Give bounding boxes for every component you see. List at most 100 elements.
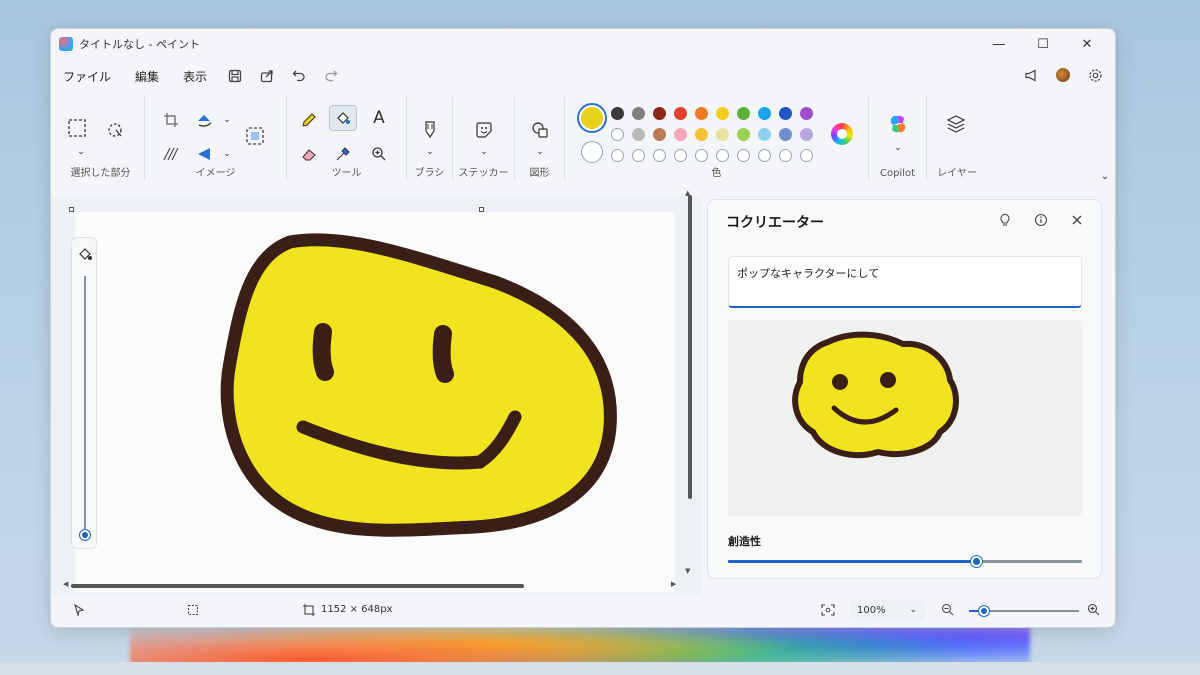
group-brushes: ⌄ ブラシ — [407, 97, 453, 181]
menu-file[interactable]: ファイル — [51, 68, 123, 85]
fill-bucket-icon[interactable] — [329, 105, 357, 131]
selection-dropdown-icon[interactable]: ⌄ — [67, 139, 95, 165]
zoom-in-icon[interactable] — [1087, 603, 1100, 619]
window-controls: — ☐ ✕ — [979, 33, 1107, 55]
current-color-secondary[interactable] — [581, 141, 603, 163]
maximize-button[interactable]: ☐ — [1023, 33, 1063, 55]
current-color-primary[interactable] — [579, 105, 605, 131]
color-swatch[interactable] — [779, 107, 792, 120]
color-swatch[interactable] — [800, 128, 813, 141]
color-swatch[interactable] — [674, 128, 687, 141]
brush-size-track[interactable] — [84, 276, 86, 530]
color-swatch[interactable] — [674, 107, 687, 120]
copilot-dropdown-icon[interactable]: ⌄ — [884, 135, 912, 161]
canvas-size-text: 1152 × 648px — [321, 604, 393, 615]
color-swatch[interactable] — [716, 107, 729, 120]
copilot-icon[interactable] — [884, 111, 912, 137]
color-swatch[interactable] — [695, 107, 708, 120]
menu-view[interactable]: 表示 — [171, 68, 219, 85]
rect-select-icon[interactable] — [63, 115, 91, 141]
group-label-shapes: 図形 — [529, 168, 550, 179]
custom-color-slot[interactable] — [674, 149, 687, 162]
edit-colors-icon[interactable] — [831, 123, 853, 145]
color-swatch[interactable] — [611, 128, 624, 141]
crop-icon[interactable] — [157, 107, 185, 133]
brush-size-slider[interactable] — [71, 237, 97, 549]
avatar[interactable] — [1051, 63, 1075, 87]
sticker-dropdown-icon[interactable]: ⌄ — [470, 139, 498, 165]
ribbon-expand-icon[interactable]: ⌄ — [1097, 163, 1113, 189]
drawing-canvas[interactable] — [75, 212, 675, 592]
group-stickers: ⌄ ステッカー — [453, 97, 515, 181]
status-bar: 1152 × 648px 100% ⌄ — [51, 595, 1115, 627]
redo-icon[interactable] — [315, 64, 347, 88]
megaphone-icon[interactable] — [1019, 63, 1043, 87]
canvas-vertical-scrollbar[interactable] — [688, 195, 692, 499]
color-swatch[interactable] — [758, 107, 771, 120]
color-swatch[interactable] — [632, 128, 645, 141]
creativity-slider-thumb[interactable] — [970, 556, 982, 567]
custom-color-slot[interactable] — [695, 149, 708, 162]
group-tools: A ツール — [287, 97, 407, 181]
color-swatch[interactable] — [758, 128, 771, 141]
zoom-out-icon[interactable] — [941, 603, 954, 619]
text-tool-icon[interactable]: A — [365, 105, 393, 131]
share-icon[interactable] — [251, 64, 283, 88]
canvas-resize-handle[interactable] — [69, 207, 74, 212]
zoom-slider[interactable] — [969, 606, 1079, 616]
creativity-slider[interactable] — [728, 556, 1082, 567]
color-swatch[interactable] — [653, 128, 666, 141]
close-panel-icon[interactable] — [1065, 208, 1089, 232]
color-swatch[interactable] — [737, 128, 750, 141]
brush-dropdown-icon[interactable]: ⌄ — [416, 139, 444, 165]
zoom-dropdown[interactable]: 100% ⌄ — [849, 600, 925, 620]
custom-color-slot[interactable] — [611, 149, 624, 162]
scroll-up-icon[interactable]: ▲ — [685, 189, 690, 197]
color-swatch[interactable] — [653, 107, 666, 120]
image-background-icon[interactable] — [241, 123, 269, 149]
generated-preview[interactable] — [728, 320, 1082, 516]
custom-color-slot[interactable] — [758, 149, 771, 162]
color-swatch[interactable] — [632, 107, 645, 120]
zoom-chevron-down-icon: ⌄ — [909, 605, 917, 615]
color-swatch[interactable] — [611, 107, 624, 120]
custom-color-slot[interactable] — [737, 149, 750, 162]
shapes-dropdown-icon[interactable]: ⌄ — [526, 139, 554, 165]
smiley-drawing — [220, 233, 617, 537]
minimize-button[interactable]: — — [979, 33, 1019, 55]
color-swatch[interactable] — [716, 128, 729, 141]
color-swatch[interactable] — [800, 107, 813, 120]
rotate-dropdown-icon[interactable]: ⌄ — [213, 107, 241, 133]
menu-right-icons — [1019, 63, 1107, 87]
prompt-input[interactable]: ポップなキャラクターにして — [728, 256, 1082, 308]
lightbulb-icon[interactable] — [993, 208, 1017, 232]
zoom-slider-thumb[interactable] — [979, 606, 990, 616]
custom-color-slot[interactable] — [653, 149, 666, 162]
brush-size-thumb[interactable] — [80, 530, 90, 540]
group-label-stickers: ステッカー — [458, 168, 509, 179]
custom-color-slot[interactable] — [800, 149, 813, 162]
creativity-label: 創造性 — [728, 535, 761, 548]
color-swatch[interactable] — [779, 128, 792, 141]
custom-color-slot[interactable] — [779, 149, 792, 162]
custom-color-slot[interactable] — [632, 149, 645, 162]
preview-smiley — [792, 331, 959, 459]
layers-icon[interactable] — [942, 111, 970, 137]
info-icon[interactable] — [1029, 208, 1053, 232]
fit-to-window-icon[interactable] — [821, 604, 835, 619]
scroll-left-icon[interactable]: ◀ — [63, 580, 68, 588]
pencil-icon[interactable] — [295, 107, 323, 133]
group-shapes: ⌄ 図形 — [515, 97, 565, 181]
free-select-icon[interactable] — [101, 117, 129, 143]
canvas-horizontal-scrollbar[interactable] — [71, 584, 524, 588]
color-swatch[interactable] — [737, 107, 750, 120]
save-icon[interactable] — [219, 64, 251, 88]
menu-edit[interactable]: 編集 — [123, 68, 171, 85]
gear-icon[interactable] — [1083, 63, 1107, 87]
color-swatch[interactable] — [695, 128, 708, 141]
custom-color-slot[interactable] — [716, 149, 729, 162]
close-button[interactable]: ✕ — [1067, 33, 1107, 55]
scroll-right-icon[interactable]: ▶ — [671, 580, 676, 588]
undo-icon[interactable] — [283, 64, 315, 88]
scroll-down-icon[interactable]: ▼ — [685, 567, 690, 575]
